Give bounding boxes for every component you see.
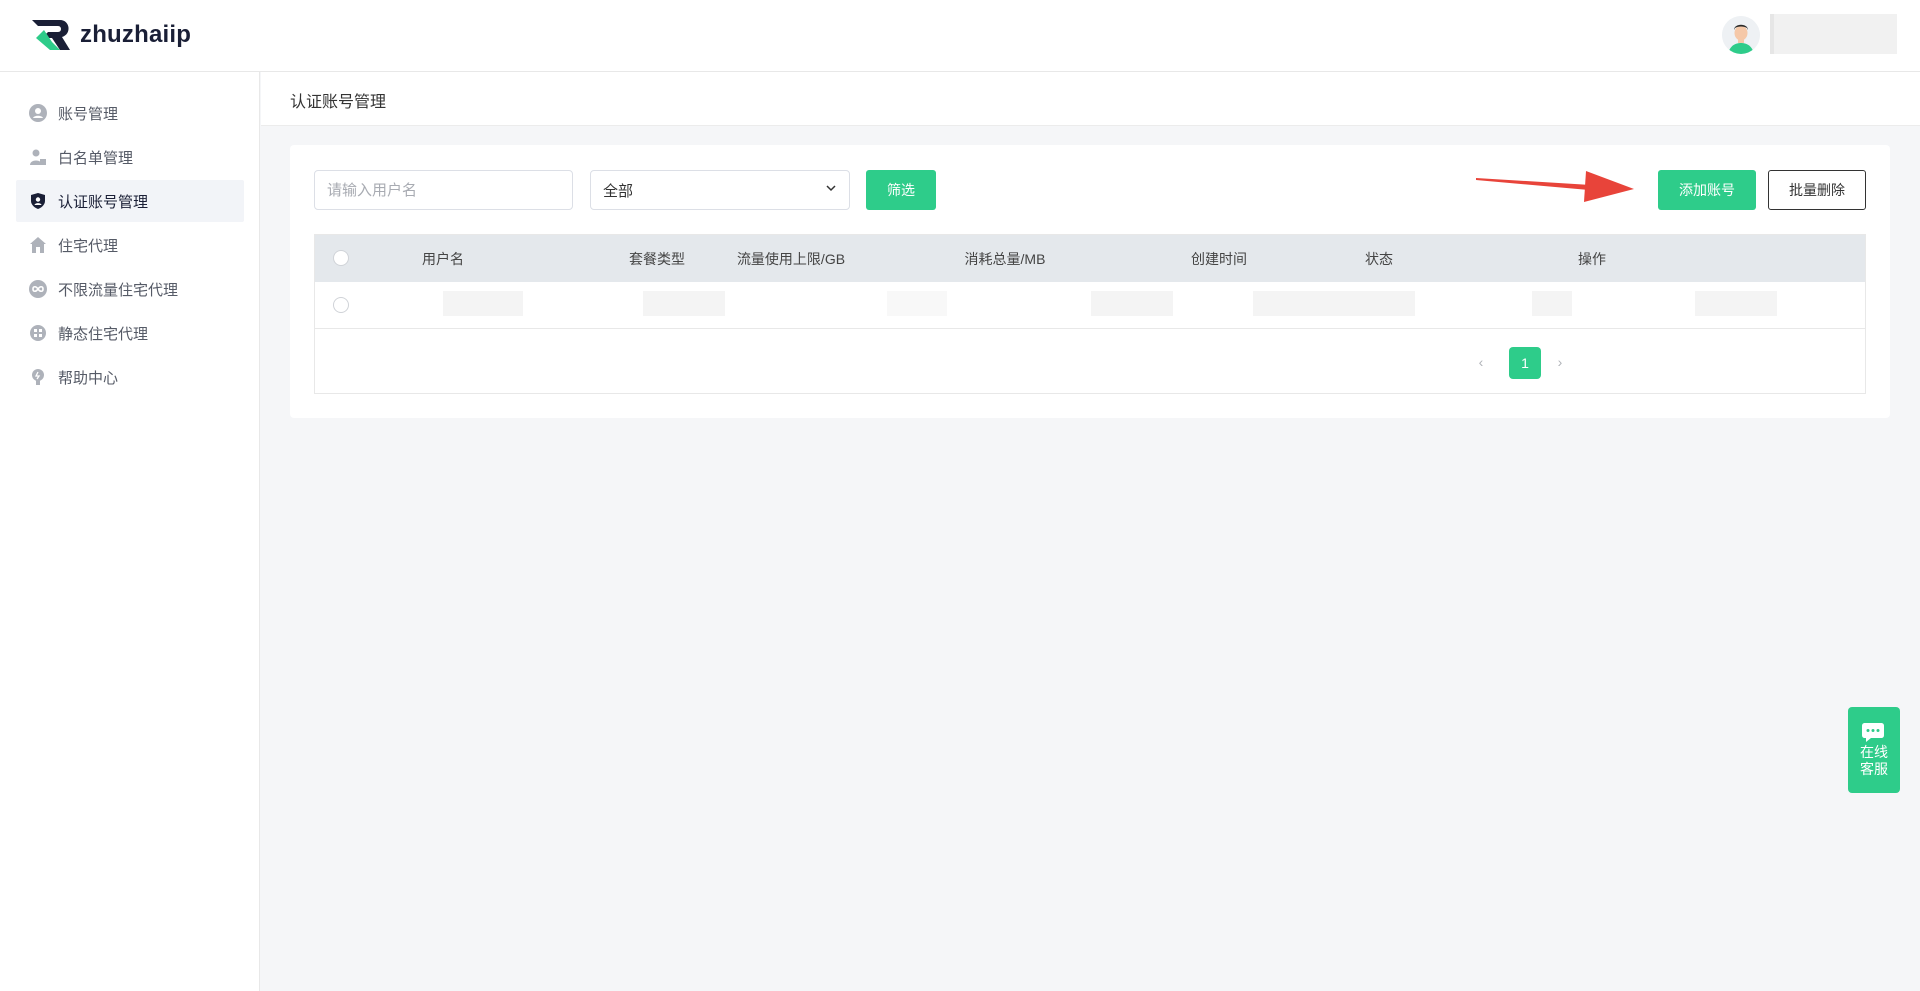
- sidebar-item-label: 认证账号管理: [58, 193, 149, 211]
- username-redacted[interactable]: [1770, 14, 1897, 54]
- redacted-cell: [1253, 291, 1415, 316]
- select-all-checkbox[interactable]: [333, 250, 349, 266]
- redacted-cell: [1091, 291, 1173, 316]
- accounts-table: 用户名 套餐类型 流量使用上限/GB 消耗总量/MB 创建时间 状态 操作 ‹ …: [314, 234, 1866, 394]
- sidebar-item-help[interactable]: 帮助中心: [16, 356, 244, 398]
- user-circle-icon: [28, 103, 48, 123]
- sidebar-item-whitelist[interactable]: 白名单管理: [16, 136, 244, 178]
- column-header: 状态: [1365, 250, 1393, 267]
- sidebar-item-label: 静态住宅代理: [58, 325, 149, 343]
- logo[interactable]: zhuzhaiip: [30, 18, 191, 52]
- logo-text: zhuzhaiip: [80, 21, 192, 48]
- shield-user-icon: [28, 191, 48, 211]
- user-lock-icon: [28, 147, 48, 167]
- sidebar: 账号管理 白名单管理 认证账号管理 住宅代理 不限流量住宅代理 静态住宅代理 帮…: [0, 72, 260, 991]
- page-1-button[interactable]: 1: [1509, 347, 1541, 379]
- column-header: 消耗总量/MB: [964, 250, 1046, 267]
- sidebar-item-account[interactable]: 账号管理: [16, 92, 244, 134]
- sidebar-item-unlimited-proxy[interactable]: 不限流量住宅代理: [16, 268, 244, 310]
- redacted-cell: [443, 291, 523, 316]
- logo-icon: [32, 20, 70, 50]
- username-search-input[interactable]: [314, 170, 573, 210]
- add-account-button[interactable]: 添加账号: [1658, 170, 1756, 210]
- sidebar-item-label: 账号管理: [58, 105, 119, 123]
- house-icon: [28, 235, 48, 255]
- breadcrumb: 认证账号管理: [261, 72, 1920, 126]
- sidebar-item-auth-account[interactable]: 认证账号管理: [16, 180, 244, 222]
- redacted-cell: [887, 291, 947, 316]
- sidebar-item-label: 白名单管理: [58, 149, 134, 167]
- sidebar-item-residential-proxy[interactable]: 住宅代理: [16, 224, 244, 266]
- globe-grid-icon: [28, 323, 48, 343]
- chat-bubble-icon: [1862, 723, 1884, 742]
- table-header: 用户名 套餐类型 流量使用上限/GB 消耗总量/MB 创建时间 状态 操作: [315, 235, 1865, 282]
- sidebar-item-label: 帮助中心: [58, 369, 119, 387]
- redacted-cell[interactable]: [1695, 291, 1777, 316]
- redacted-cell: [643, 291, 725, 316]
- sidebar-item-label: 住宅代理: [58, 237, 119, 255]
- top-header: zhuzhaiip: [0, 0, 1920, 72]
- avatar-icon: [1722, 16, 1760, 54]
- sidebar-item-label: 不限流量住宅代理: [58, 281, 179, 299]
- column-header: 创建时间: [1191, 250, 1247, 267]
- lightbulb-icon: [28, 367, 48, 387]
- infinity-icon: [28, 279, 48, 299]
- chat-label-line1: 在线: [1860, 744, 1888, 760]
- next-page-button[interactable]: ›: [1550, 351, 1570, 373]
- sidebar-item-static-proxy[interactable]: 静态住宅代理: [16, 312, 244, 354]
- package-type-select[interactable]: 全部: [590, 170, 850, 210]
- column-header: 用户名: [422, 250, 464, 267]
- select-value: 全部: [603, 182, 634, 200]
- column-header: 操作: [1578, 250, 1606, 267]
- column-header: 流量使用上限/GB: [736, 250, 846, 267]
- redacted-cell: [1532, 291, 1572, 316]
- batch-delete-button[interactable]: 批量删除: [1768, 170, 1866, 210]
- prev-page-button[interactable]: ‹: [1471, 351, 1491, 373]
- table-row[interactable]: [315, 282, 1865, 329]
- content-card: 全部 筛选 添加账号 批量删除 用户名 套餐类型 流量使用上限/GB 消耗总量/…: [290, 145, 1890, 418]
- page-title: 认证账号管理: [290, 94, 387, 111]
- filter-button[interactable]: 筛选: [866, 170, 936, 210]
- red-arrow-annotation: [1476, 171, 1634, 202]
- avatar[interactable]: [1722, 16, 1760, 54]
- chat-label-line2: 客服: [1860, 761, 1888, 777]
- chevron-down-icon: [825, 181, 837, 199]
- online-service-button[interactable]: 在线 客服: [1848, 707, 1900, 793]
- row-checkbox[interactable]: [333, 297, 349, 313]
